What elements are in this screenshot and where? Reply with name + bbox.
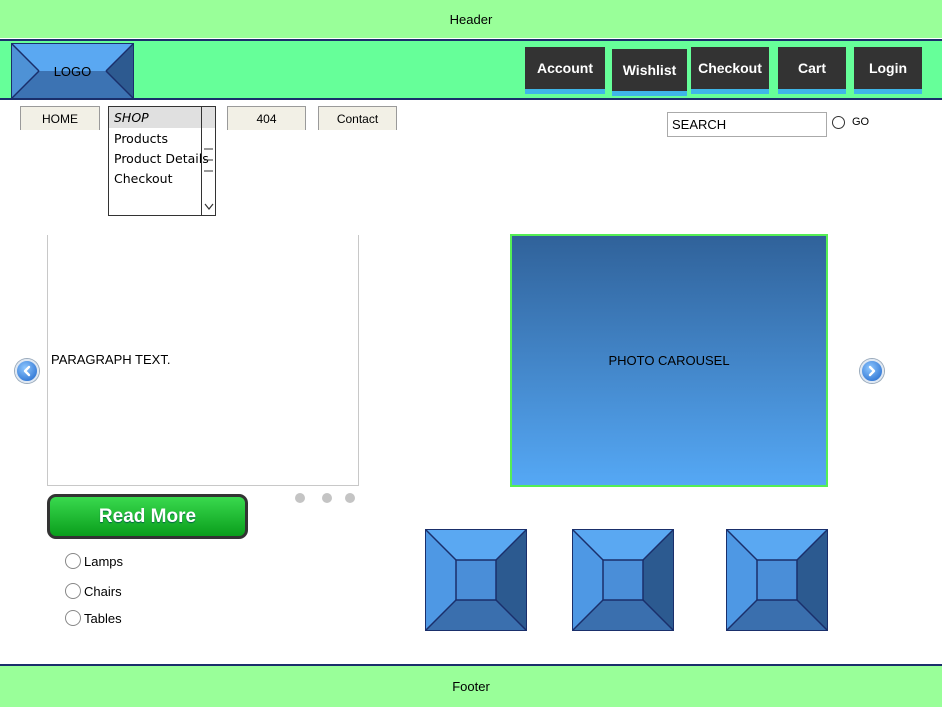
carousel-label: PHOTO CAROUSEL [608, 353, 730, 368]
shop-dropdown-menu[interactable]: SHOP Products Product Details Checkout [108, 106, 216, 216]
go-label: GO [852, 116, 870, 128]
radio-lamps[interactable]: Lamps [65, 552, 123, 570]
carousel-dot-1[interactable] [295, 493, 305, 503]
product-thumbnail-1[interactable] [425, 529, 527, 631]
product-thumbnail-3[interactable] [726, 529, 828, 631]
radio-circle-icon [65, 583, 81, 599]
image-placeholder-icon [572, 529, 674, 631]
radio-label: Tables [84, 610, 122, 626]
radio-chairs[interactable]: Chairs [65, 582, 122, 600]
go-radio-button[interactable] [832, 116, 845, 129]
radio-label: Chairs [84, 583, 122, 599]
radio-label: Lamps [84, 553, 124, 569]
radio-circle-icon [65, 553, 81, 569]
footer-text: Footer [452, 679, 490, 694]
logo-text: LOGO [53, 63, 92, 79]
tab-contact[interactable]: Contact [318, 106, 397, 130]
page-footer: Footer [0, 664, 942, 707]
tab-home[interactable]: HOME [20, 106, 100, 130]
paragraph-text: PARAGRAPH TEXT. [51, 352, 171, 367]
logo[interactable]: LOGO [10, 42, 135, 100]
image-placeholder-icon [425, 529, 527, 631]
carousel-dot-2[interactable] [322, 493, 332, 503]
cart-button[interactable]: Cart [778, 47, 846, 94]
carousel-next-button[interactable] [860, 359, 884, 383]
page-header: Header [0, 0, 942, 38]
radio-circle-icon [65, 610, 81, 626]
login-button[interactable]: Login [854, 47, 922, 94]
carousel-prev-button[interactable] [15, 359, 39, 383]
menu-item-products[interactable]: Products [114, 129, 168, 149]
menu-item-checkout[interactable]: Checkout [114, 169, 172, 189]
search-input[interactable]: SEARCH [667, 112, 827, 137]
product-thumbnail-2[interactable] [572, 529, 674, 631]
checkout-button[interactable]: Checkout [691, 47, 769, 94]
tab-shop[interactable]: SHOP [114, 108, 149, 128]
account-button[interactable]: Account [525, 47, 605, 94]
chevron-right-icon [868, 365, 876, 377]
top-nav-bar: LOGO Account Wishlist Checkout Cart Logi… [0, 39, 942, 100]
menu-item-product-details[interactable]: Product Details [114, 149, 209, 169]
paragraph-box: PARAGRAPH TEXT. [47, 235, 359, 486]
radio-tables[interactable]: Tables [65, 609, 122, 627]
menu-scrollbar[interactable] [201, 107, 215, 215]
image-placeholder-icon [726, 529, 828, 631]
carousel-dot-3[interactable] [345, 493, 355, 503]
scrollbar-grip-icon [204, 148, 214, 210]
header-text: Header [449, 11, 493, 27]
wishlist-button[interactable]: Wishlist [612, 49, 687, 96]
read-more-button[interactable]: Read More [47, 494, 248, 539]
chevron-left-icon [23, 365, 31, 377]
photo-carousel[interactable]: PHOTO CAROUSEL [510, 234, 828, 487]
tab-404[interactable]: 404 [227, 106, 306, 130]
